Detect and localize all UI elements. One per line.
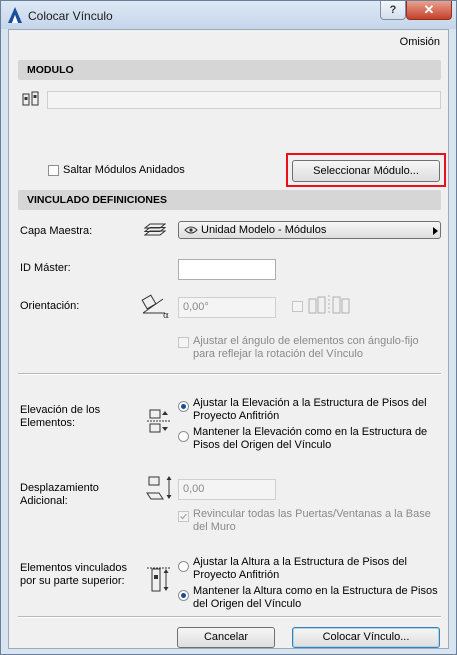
elevation-keep-label: Mantener la Elevación como en la Estruct… (193, 426, 428, 451)
height-keep-radio[interactable] (178, 590, 189, 601)
height-adjust-label: Ajustar la Altura a la Estructura de Pis… (193, 556, 407, 581)
elevation-icon (147, 409, 170, 433)
top-linked-icon (147, 567, 171, 592)
elevation-adjust-radio[interactable] (178, 401, 189, 412)
chevron-right-icon (433, 227, 438, 235)
elevation-label: Elevación de los Elementos: (20, 404, 101, 429)
module-icon (22, 91, 39, 106)
eye-icon (184, 226, 198, 234)
cancel-button[interactable]: Cancelar (177, 627, 275, 648)
omision-link[interactable]: Omisión (400, 36, 440, 48)
mirror-checkbox[interactable] (292, 301, 303, 312)
title-bar[interactable]: Colocar Vínculo ? ✕ (1, 1, 456, 29)
place-link-button[interactable]: Colocar Vínculo... (292, 627, 440, 648)
mirror-module-icon (308, 295, 350, 315)
svg-text:α: α (163, 311, 169, 319)
modulo-section-header: MODULO (18, 60, 441, 80)
capa-maestra-select[interactable]: Unidad Modelo - Módulos (178, 221, 441, 239)
layers-icon (144, 223, 166, 236)
id-master-input[interactable] (178, 259, 276, 280)
reconnect-label: Revincular todas las Puertas/Ventanas a … (193, 508, 431, 533)
id-master-label: ID Máster: (20, 262, 71, 274)
elevation-adjust-label: Ajustar la Elevación a la Estructura de … (193, 397, 427, 422)
footer-separator (18, 616, 441, 618)
offset-input[interactable]: 0,00 (178, 479, 276, 500)
elevation-keep-radio[interactable] (178, 431, 189, 442)
select-module-button[interactable]: Seleccionar Módulo... (292, 160, 440, 182)
skip-nested-checkbox[interactable] (48, 165, 59, 176)
window-title: Colocar Vínculo (28, 9, 113, 23)
height-adjust-radio[interactable] (178, 561, 189, 572)
dialog-content: Omisión MODULO Saltar Módulos Anidados S… (8, 29, 449, 649)
dialog-window: Colocar Vínculo ? ✕ Omisión MODULO Salta… (0, 0, 457, 655)
orientation-label: Orientación: (20, 300, 80, 312)
close-button[interactable]: ✕ (406, 1, 452, 20)
capa-maestra-value: Unidad Modelo - Módulos (201, 224, 327, 236)
orientation-angle-icon: α (141, 294, 169, 319)
offset-label: Desplazamiento Adicional: (20, 482, 99, 507)
separator (18, 373, 441, 375)
help-button[interactable]: ? (380, 1, 406, 20)
vinculado-section-header: VINCULADO DEFINICIONES (18, 190, 441, 210)
offset-icon (146, 476, 172, 500)
capa-maestra-label: Capa Maestra: (20, 225, 93, 237)
height-keep-label: Mantener la Altura como en la Estructura… (193, 585, 438, 610)
reconnect-checkbox[interactable] (178, 511, 189, 522)
top-linked-label: Elementos vinculados por su parte superi… (20, 562, 128, 587)
adjust-angle-checkbox[interactable] (178, 337, 189, 348)
skip-nested-label: Saltar Módulos Anidados (63, 164, 185, 176)
archicad-app-icon (8, 7, 22, 23)
module-name-field (47, 91, 441, 109)
adjust-angle-label: Ajustar el ángulo de elementos con ángul… (193, 335, 419, 360)
orientation-input[interactable]: 0,00° (178, 297, 276, 318)
